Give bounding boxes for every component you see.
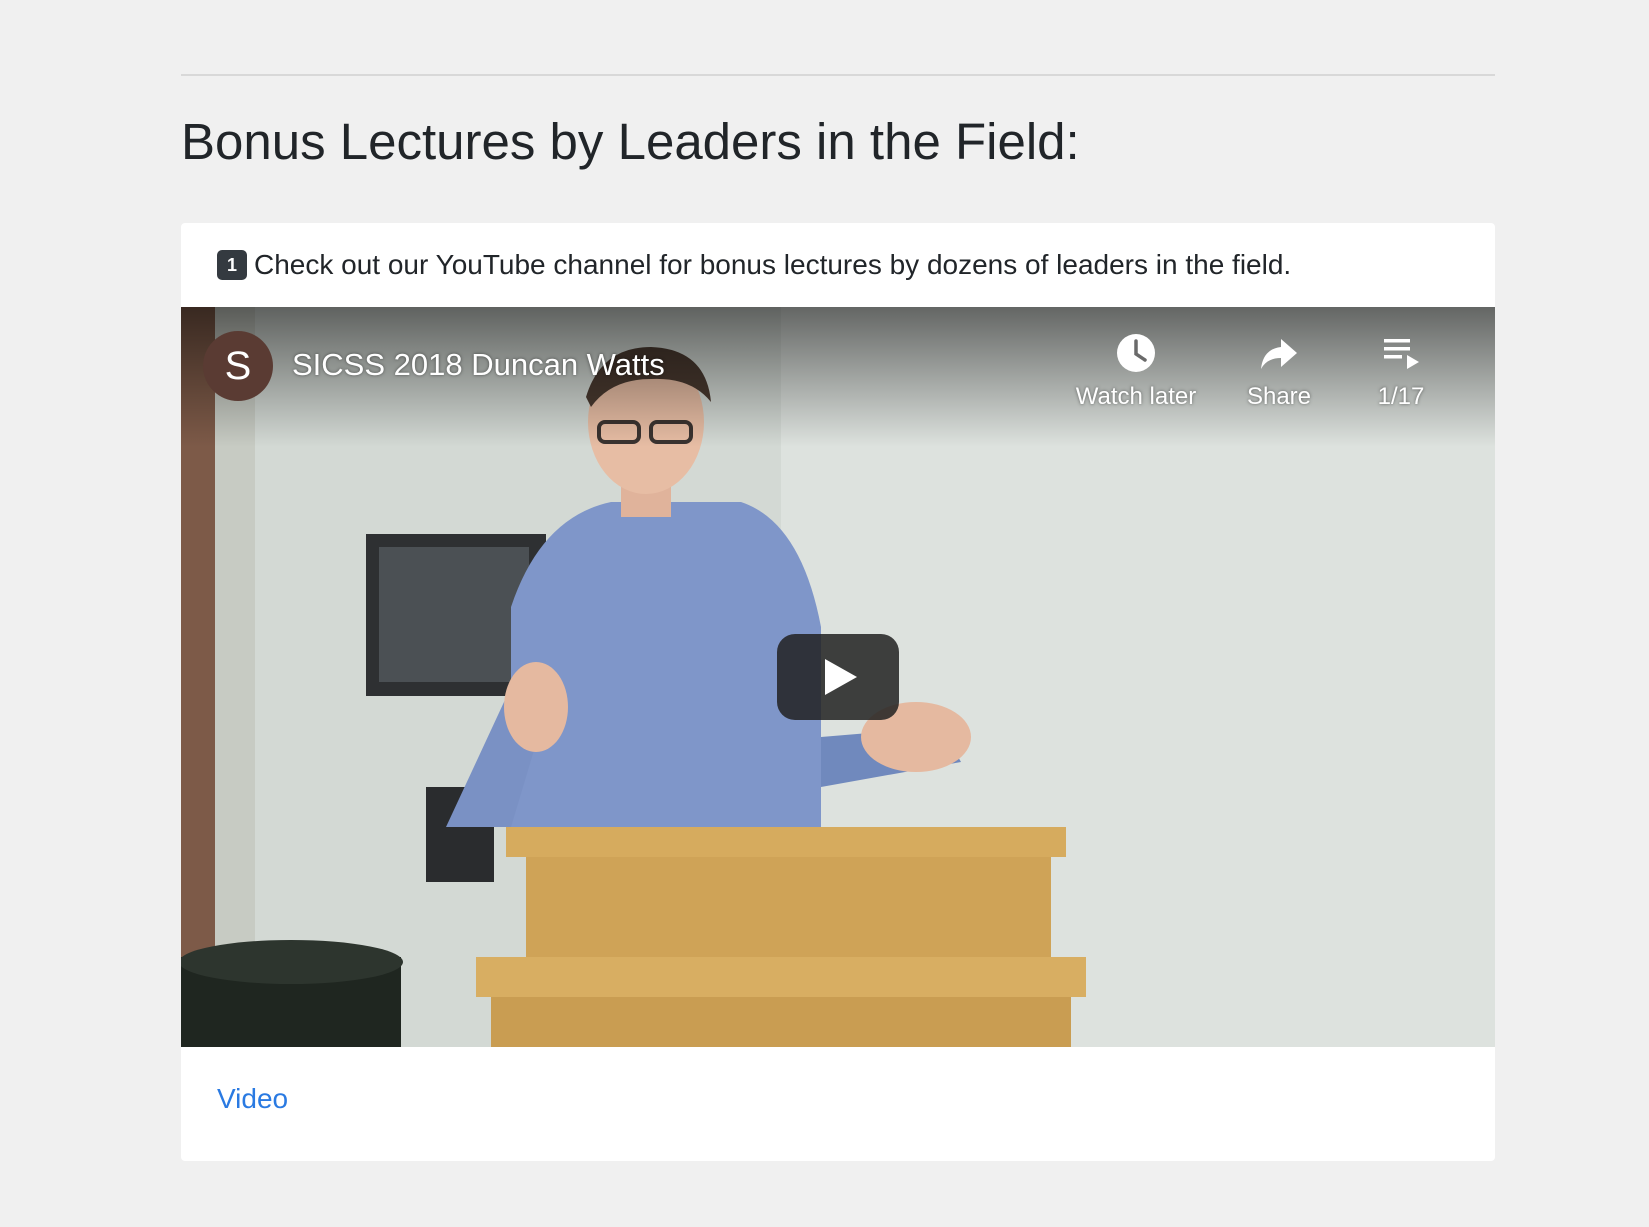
play-icon[interactable] bbox=[777, 634, 899, 720]
intro-line: 1 Check out our YouTube channel for bonu… bbox=[217, 249, 1291, 281]
share-label: Share bbox=[1246, 383, 1312, 410]
video-title[interactable]: SICSS 2018 Duncan Watts bbox=[292, 347, 665, 383]
channel-avatar[interactable]: S bbox=[203, 331, 273, 401]
intro-text: Check out our YouTube channel for bonus … bbox=[254, 249, 1292, 280]
watch-later-label: Watch later bbox=[1075, 383, 1197, 410]
clock-icon bbox=[1117, 334, 1155, 372]
share-arrow-icon bbox=[1261, 339, 1297, 369]
youtube-embed[interactable]: S SICSS 2018 Duncan Watts Watch later Sh… bbox=[181, 307, 1495, 1047]
share-button[interactable]: Share bbox=[1209, 331, 1349, 411]
lecture-card: 1 Check out our YouTube channel for bonu… bbox=[181, 223, 1495, 1161]
playlist-position: 1/17 bbox=[1377, 383, 1425, 410]
number-badge: 1 bbox=[217, 250, 247, 280]
section-divider bbox=[181, 74, 1495, 76]
playlist-button[interactable]: 1/17 bbox=[1331, 331, 1471, 411]
playlist-icon bbox=[1384, 339, 1419, 369]
section-heading: Bonus Lectures by Leaders in the Field: bbox=[181, 113, 1080, 170]
watch-later-button[interactable]: Watch later bbox=[1066, 331, 1206, 411]
video-link[interactable]: Video bbox=[217, 1083, 288, 1115]
